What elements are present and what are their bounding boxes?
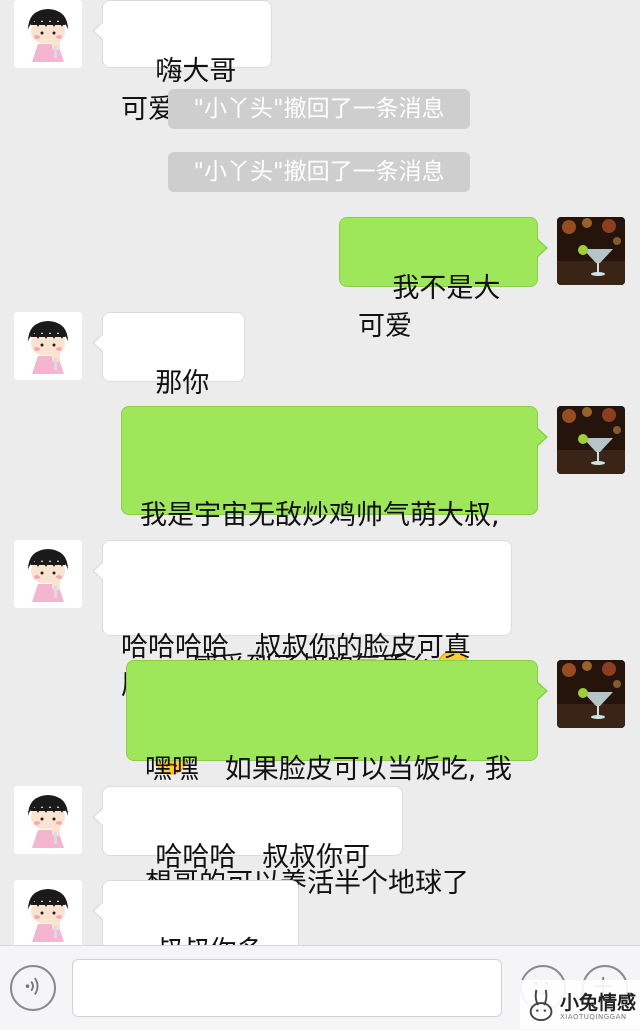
self-avatar[interactable] <box>557 217 625 285</box>
contact-avatar[interactable] <box>14 0 82 68</box>
self-avatar[interactable] <box>557 660 625 728</box>
message-text: 叔叔你多大了 <box>121 936 263 945</box>
message-bubble-outgoing[interactable]: 嘿嘿 如果脸皮可以当饭吃, 我 想哥的可以养活半个地球了 <box>126 660 548 899</box>
voice-button[interactable] <box>10 965 56 1011</box>
message-text-line: 我是宇宙无敌炒鸡帅气萌大叔, <box>140 500 500 531</box>
contact-avatar[interactable] <box>14 880 82 945</box>
recall-notice: "小丫头"撤回了一条消息 <box>168 89 470 129</box>
chat-area[interactable]: 嗨大哥可爱 "小丫头"撤回了一条消息 "小丫头"撤回了一条消息 我不是大可爱 那… <box>0 0 640 945</box>
contact-avatar[interactable] <box>14 786 82 854</box>
watermark-subtitle: XIAOTUQINGGAN <box>560 1013 627 1021</box>
message-bubble-incoming[interactable]: 哈哈哈 叔叔你可真逗 <box>92 786 403 911</box>
message-bubble-incoming[interactable]: 那你是? <box>92 312 245 437</box>
contact-avatar[interactable] <box>14 312 82 380</box>
message-text: 我不是大可爱 <box>358 273 501 342</box>
message-bubble-incoming[interactable]: 嗨大哥可爱 <box>92 0 272 125</box>
message-input[interactable] <box>72 959 502 1017</box>
contact-avatar[interactable] <box>14 540 82 608</box>
rabbit-logo-icon <box>529 989 553 1022</box>
voice-icon <box>25 977 39 995</box>
message-bubble-incoming[interactable]: 哈哈哈哈 叔叔你的脸皮可真厚 <box>92 540 512 775</box>
watermark-name: 小兔情感 <box>560 992 637 1014</box>
recall-notice: "小丫头"撤回了一条消息 <box>168 152 470 192</box>
watermark: 小兔情感 XIAOTUQINGGAN <box>520 980 640 1029</box>
message-bubble-outgoing[interactable]: 我不是大可爱 <box>339 217 548 342</box>
message-text-line: 嘿嘿 如果脸皮可以当饭吃, 我 <box>145 754 512 785</box>
message-bubble-incoming[interactable]: 叔叔你多大了 <box>92 880 299 945</box>
self-avatar[interactable] <box>557 406 625 474</box>
message-bubble-outgoing[interactable]: 我是宇宙无敌炒鸡帅气萌大叔, 感受到了叔的气质么 <box>121 406 548 683</box>
